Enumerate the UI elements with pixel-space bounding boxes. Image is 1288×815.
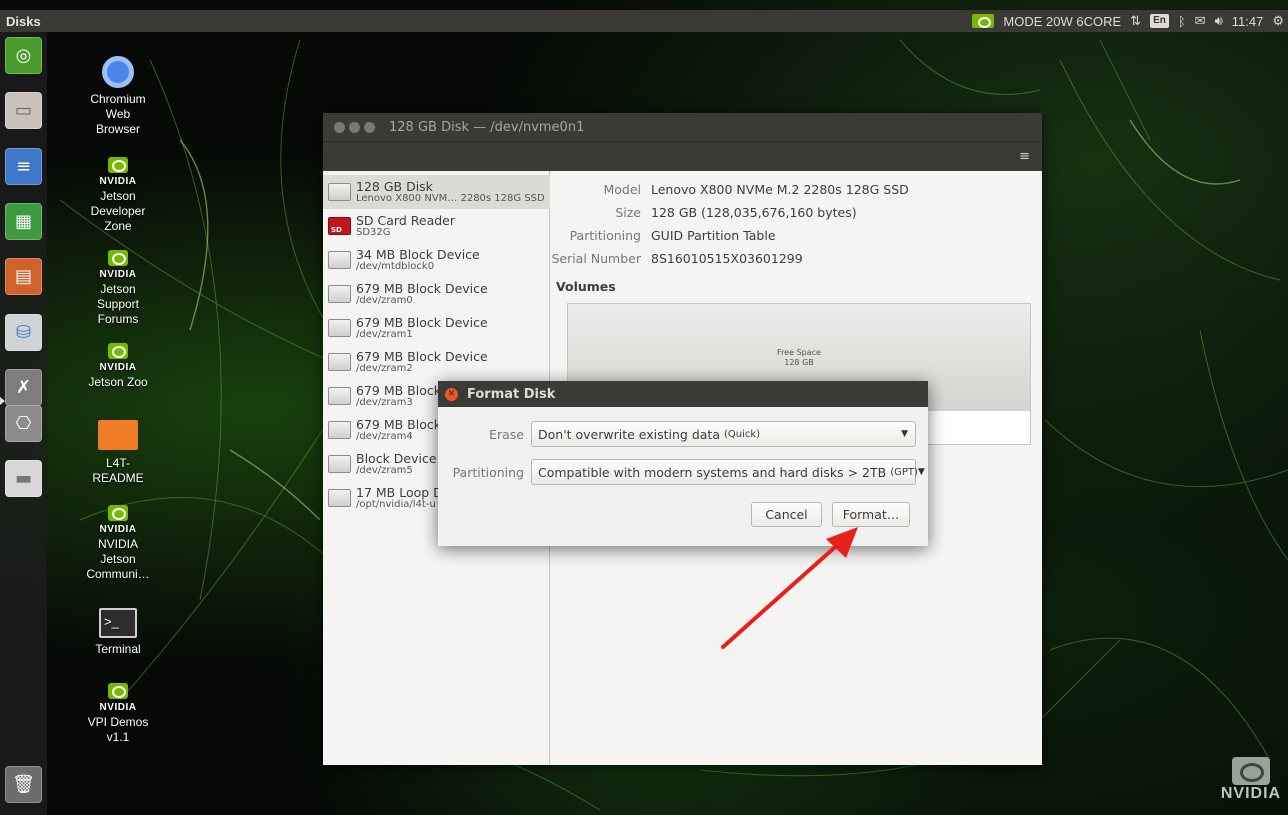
nvidia-watermark: NVIDIA [1214,757,1288,807]
nvidia-eye-logo-icon [1232,757,1270,785]
nvidia-wordmark: NVIDIA [1220,785,1282,802]
annotation-arrow [721,527,858,649]
